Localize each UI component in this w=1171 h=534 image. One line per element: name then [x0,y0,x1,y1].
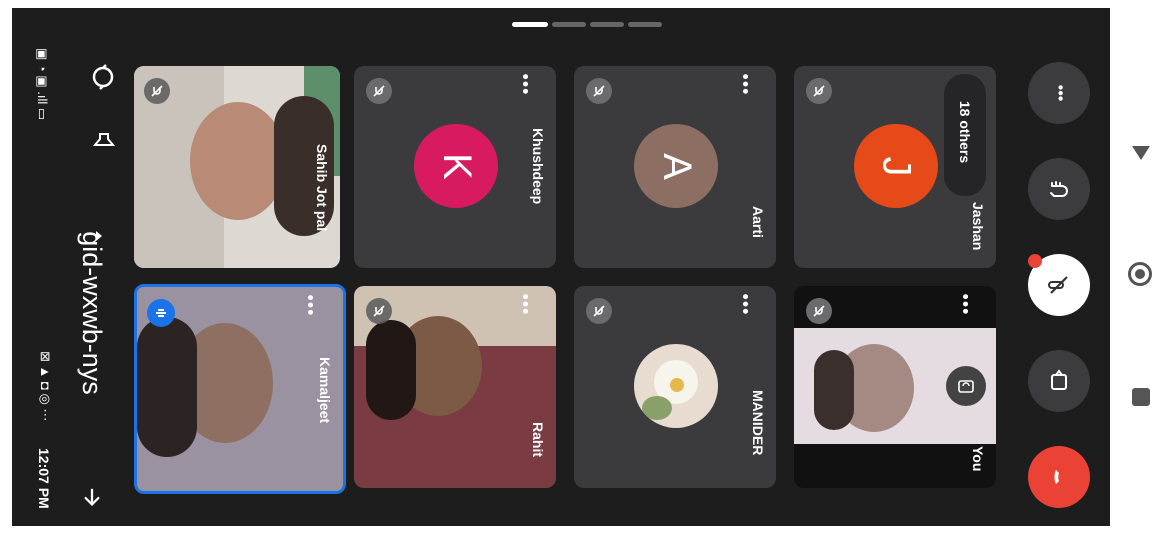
mic-muted-icon [366,298,392,324]
mic-muted-icon [806,298,832,324]
more-options-icon[interactable]: ••• [514,74,535,96]
participant-name: Kamaljeet [317,357,333,424]
more-options-icon[interactable]: ••• [514,294,535,316]
chevron-down-icon[interactable] [90,226,110,246]
android-nav-bar [1110,0,1171,534]
end-call-button[interactable] [1028,446,1090,508]
participant-tile-khushdeep[interactable]: ••• K Khushdeep [354,66,556,268]
participant-name: Aarti [750,206,766,238]
participant-video [190,102,286,220]
avatar: A [634,124,718,208]
meet-call-screen: gid-wxwb-nys 12:07 PM ⊠ ▲ ◘ ◎ ⋯ ▣ ◔ ▣ .ı… [12,8,1110,526]
mic-muted-icon [586,78,612,104]
mic-muted-icon [586,298,612,324]
more-options-button[interactable]: ••• [1028,62,1090,124]
switch-camera-icon[interactable] [946,366,986,406]
status-notification-icons: ⊠ ▲ ◘ ◎ ⋯ [38,351,53,422]
nav-back-icon[interactable] [1130,142,1152,164]
speaker-icon[interactable] [90,128,118,156]
page-indicator [512,22,672,28]
participant-tile-aarti[interactable]: ••• A Aarti [574,66,776,268]
screen: gid-wxwb-nys 12:07 PM ⊠ ▲ ◘ ◎ ⋯ ▣ ◔ ▣ .ı… [0,0,1171,534]
participant-name: Jashan [970,202,986,251]
participant-name: Rahit [530,422,546,457]
participant-name: Sahib Jot pal [314,144,330,232]
participant-tile-you[interactable]: ••• You [794,286,996,488]
participant-tile-jashan[interactable]: J 18 others Jashan [794,66,996,268]
camera-icon [1051,369,1067,390]
more-options-icon[interactable]: ••• [954,294,975,316]
nav-home-icon[interactable] [1128,262,1152,286]
participant-tile-manider[interactable]: ••• MANIDER [574,286,776,488]
more-options-icon[interactable]: ••• [734,74,755,96]
status-time: 12:07 PM [36,448,52,509]
mic-muted-icon [806,78,832,104]
others-count-label[interactable]: 18 others [955,87,975,177]
more-options-icon[interactable]: ••• [299,295,320,317]
avatar [634,344,718,428]
mic-muted-icon [144,78,170,104]
mic-toggle-button[interactable] [1028,254,1090,316]
avatar: J [854,124,938,208]
participant-name: Khushdeep [530,128,546,205]
nav-recents-icon[interactable] [1132,388,1150,406]
participant-tile-kamaljeet[interactable]: ••• Kamaljeet [134,284,346,494]
hand-icon [1050,181,1068,197]
notification-dot [1028,254,1042,268]
more-options-icon: ••• [1051,84,1068,102]
speaking-indicator-icon [147,299,175,327]
status-system-icons: ▣ ◔ ▣ .ıll ▭ [35,48,50,121]
participant-name: MANIDER [750,390,766,456]
participant-tile-sahib[interactable]: Sahib Jot pal [134,66,340,268]
participant-tile-rahit[interactable]: ••• Rahit [354,286,556,488]
back-arrow-icon[interactable] [72,478,112,518]
participant-name: You [970,446,986,472]
mic-off-icon [1048,276,1068,294]
phone-hangup-icon [1054,470,1059,484]
mic-muted-icon [366,78,392,104]
camera-toggle-button[interactable] [1028,350,1090,412]
switch-camera-icon[interactable] [88,62,118,92]
avatar: K [414,124,498,208]
more-options-icon[interactable]: ••• [734,294,755,316]
raise-hand-button[interactable] [1028,158,1090,220]
